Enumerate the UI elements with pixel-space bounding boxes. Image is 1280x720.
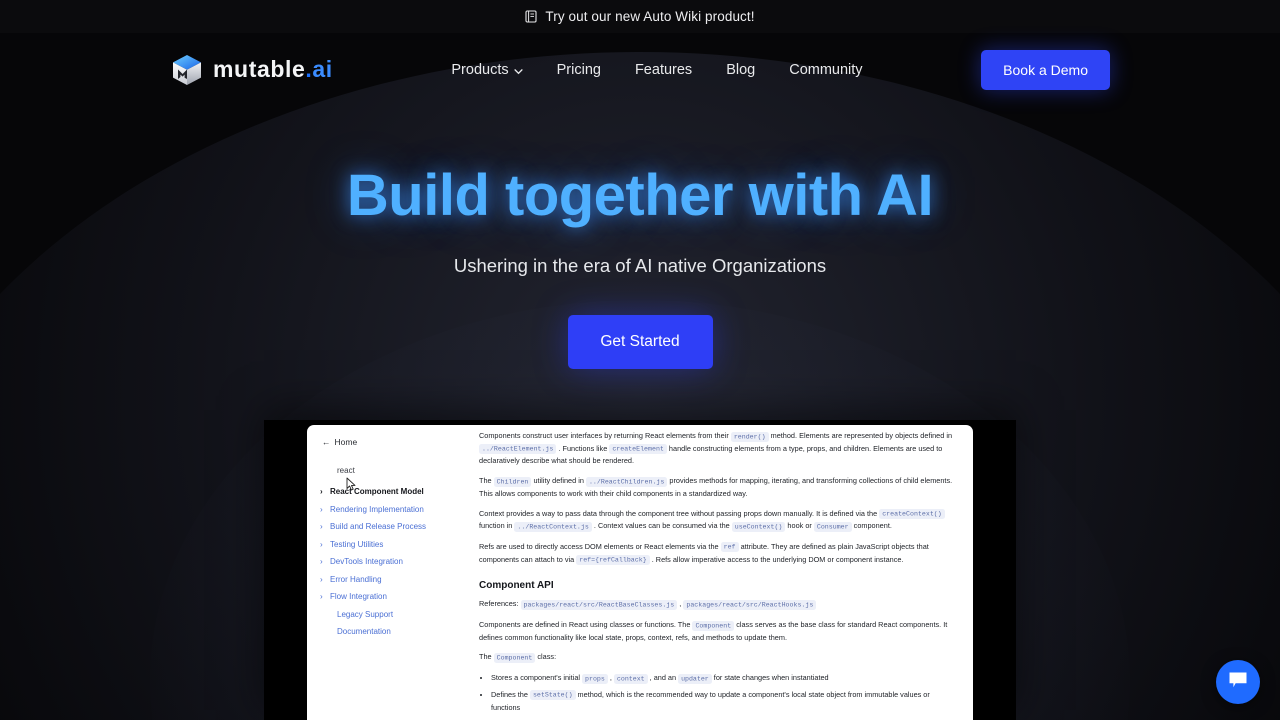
doc-nav-item-react-component-model[interactable]: › React Component Model [317,487,477,496]
doc-code-span: ref={refCallback} [576,555,650,566]
doc-nav-item-testing-utilities[interactable]: › Testing Utilities [317,540,477,549]
doc-section-heading: Component API [479,580,554,592]
doc-paragraph: Context provides a way to pass data thro… [479,508,961,533]
nav-link-community[interactable]: Community [789,62,862,78]
nav-link-blog[interactable]: Blog [726,62,755,78]
chat-bubble-icon [1228,671,1248,694]
doc-nav-label: Build and Release Process [330,522,427,531]
doc-paragraph: Refs are used to directly access DOM ele… [479,541,929,566]
hero-cta-wrap: Get Started [0,314,1280,369]
chevron-down-icon [514,64,523,75]
nav-link-products[interactable]: Products [451,61,523,78]
doc-nav-item-flow-integration[interactable]: › Flow Integration [317,592,477,601]
nav-link-label: Community [789,61,863,78]
nav-links: Products Pricing Features Blog Community [333,62,981,78]
doc-nav-item-legacy-support[interactable]: Legacy Support [317,610,477,619]
doc-nav-item-devtools-integration[interactable]: › DevTools Integration [317,557,477,566]
nav-link-features[interactable]: Features [635,62,692,78]
nav-link-label: Products [451,61,509,78]
chevron-right-icon: › [320,522,323,531]
nav-link-pricing[interactable]: Pricing [557,62,601,78]
chevron-right-icon: › [320,504,323,514]
doc-code-span: createContext() [879,509,945,520]
chat-widget-button[interactable] [1216,660,1260,704]
announcement-banner[interactable]: Try out our new Auto Wiki product! [0,0,1280,33]
doc-code-span: setState() [529,690,576,701]
doc-home-link[interactable]: ← Home [317,437,477,447]
doc-nav-label: Error Handling [330,574,382,584]
doc-code-span: context [613,673,648,684]
doc-nav-label: Legacy Support [337,609,394,619]
hero-section: Build together with AI Ushering in the e… [0,106,1280,369]
chevron-right-icon: › [320,539,323,549]
get-started-button[interactable]: Get Started [567,314,713,369]
doc-paragraph: Components are defined in React using cl… [479,620,948,642]
nav-link-label: Features [634,61,693,78]
doc-content: Components construct user interfaces by … [477,425,973,720]
back-arrow-icon: ← [322,437,331,447]
main-navigation: mutable.ai Products Pricing Features Blo… [0,33,1280,106]
doc-nav-item-documentation[interactable]: Documentation [317,627,477,636]
doc-nav-label: Flow Integration [330,592,387,601]
doc-paragraph: The Children utility defined in ../React… [479,476,953,498]
doc-bullet-list: Stores a component's initial props , con… [491,672,961,713]
product-screenshot-paper: ← Home react › React Component Model › R… [307,425,973,720]
landing-page: Try out our new Auto Wiki product! mutab… [0,0,1280,720]
doc-reference-link[interactable]: packages/react/src/ReactBaseClasses.js [520,599,678,610]
doc-bullet-item: Stores a component's initial props , con… [491,672,961,685]
product-screenshot: ← Home react › React Component Model › R… [264,420,1016,720]
nav-link-label: Blog [726,61,756,78]
doc-nav-item-error-handling[interactable]: › Error Handling [317,575,477,584]
doc-code-span: Children [493,476,532,487]
doc-sidebar: ← Home react › React Component Model › R… [307,425,477,720]
doc-nav-label: Rendering Implementation [330,504,424,514]
hero-heading: Build together with AI [346,163,934,228]
doc-code-span: ref [720,542,739,553]
doc-code-span: ../ReactElement.js [479,444,557,455]
doc-nav-label: React Component Model [330,487,424,496]
doc-code-span: useContext() [731,521,786,532]
doc-nav-label: Documentation [337,627,391,636]
doc-nav-label: Testing Utilities [330,539,384,549]
cube-logo-icon [170,53,204,87]
doc-code-span: Component [493,652,536,663]
logo[interactable]: mutable.ai [170,53,333,87]
logo-suffix: ai [312,56,333,82]
doc-code-span: createElement [609,444,667,455]
doc-code-span: updater [678,673,712,684]
doc-nav-item-build-and-release-process[interactable]: › Build and Release Process [317,522,477,531]
doc-nav-item-rendering-implementation[interactable]: › Rendering Implementation [317,505,477,514]
doc-references: References: packages/react/src/ReactBase… [479,598,961,611]
doc-nav-label: DevTools Integration [330,557,403,566]
hero-subheading: Ushering in the era of AI native Organiz… [453,254,827,276]
doc-paragraph: The Component class: [479,652,557,663]
announcement-text: Try out our new Auto Wiki product! [545,9,755,24]
doc-paragraph: Components construct user interfaces by … [479,431,953,466]
doc-code-span: Component [692,620,735,631]
chevron-right-icon: › [320,592,323,601]
doc-home-label: Home [334,437,358,447]
logo-text: mutable.ai [213,56,333,83]
chevron-right-icon: › [320,487,323,496]
doc-code-span: ../ReactChildren.js [585,476,668,487]
book-icon [525,10,537,23]
doc-body: Components construct user interfaces by … [479,430,961,713]
doc-code-span: render() [730,431,769,442]
nav-link-label: Pricing [556,61,601,78]
doc-bullet-item: Defines the setState() method, which is … [491,689,961,713]
logo-name: mutable [213,56,306,82]
chevron-right-icon: › [320,557,323,566]
doc-code-span: props [582,673,608,684]
doc-code-span: Consumer [813,521,852,532]
book-a-demo-button[interactable]: Book a Demo [981,49,1110,90]
doc-code-span: ../ReactContext.js [514,521,592,532]
doc-reference-link[interactable]: packages/react/src/ReactHooks.js [683,599,817,610]
doc-nav-list: › React Component Model › Rendering Impl… [317,487,477,636]
doc-repo-name: react [337,466,355,475]
chevron-right-icon: › [320,574,323,584]
